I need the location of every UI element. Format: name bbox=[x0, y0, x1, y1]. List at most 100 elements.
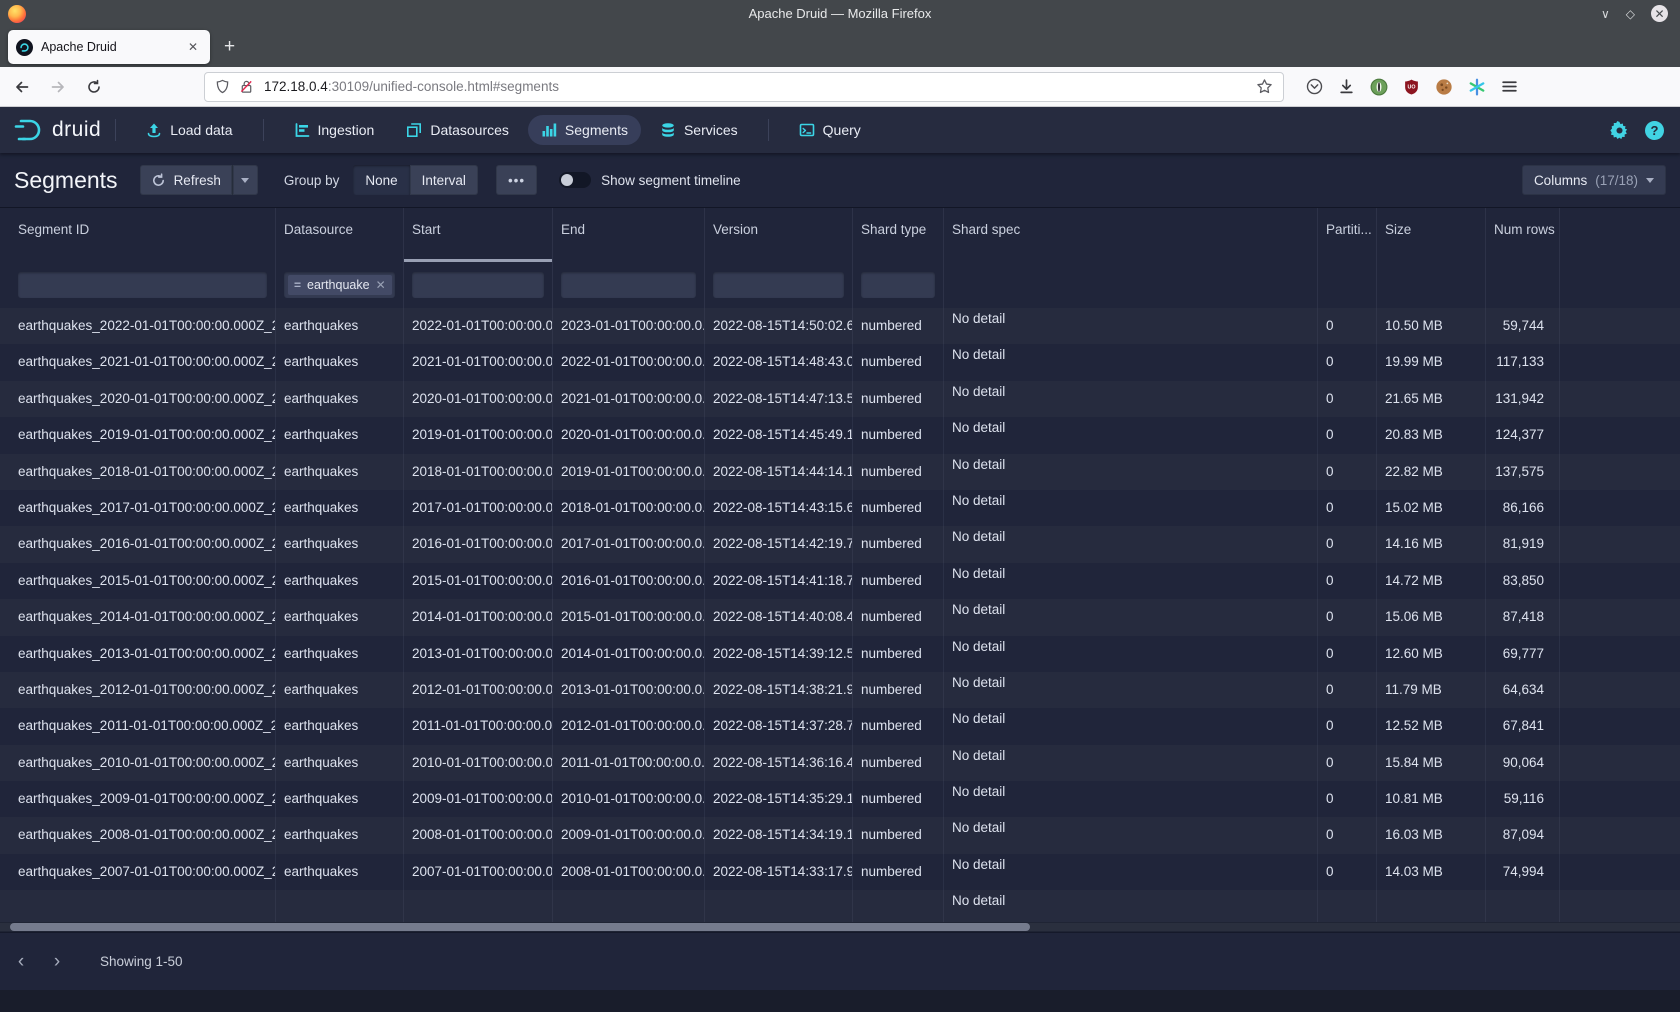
downloads-icon[interactable] bbox=[1338, 78, 1355, 95]
cell-num_rows: 131,942 bbox=[1486, 381, 1560, 417]
column-header-num_rows[interactable]: Num rows bbox=[1486, 208, 1560, 262]
column-header-version[interactable]: Version bbox=[705, 208, 853, 262]
table-row[interactable]: earthquakes_2011-01-01T00:00:00.000Z_2..… bbox=[0, 708, 1680, 744]
column-header-end[interactable]: End bbox=[553, 208, 705, 262]
cell-version: 2022-08-15T14:40:08.4... bbox=[705, 599, 853, 635]
druid-logo[interactable]: druid bbox=[14, 117, 101, 143]
privacy-badger-extension-icon[interactable] bbox=[1370, 78, 1388, 96]
cell-segment_id: earthquakes_2011-01-01T00:00:00.000Z_2..… bbox=[10, 708, 276, 744]
table-row[interactable]: earthquakes_2008-01-01T00:00:00.000Z_2..… bbox=[0, 817, 1680, 853]
table-row[interactable]: earthquakes_2022-01-01T00:00:00.000Z_2..… bbox=[0, 308, 1680, 344]
filter-remove-icon[interactable]: ✕ bbox=[376, 278, 386, 292]
filter-input-segment_id[interactable] bbox=[18, 272, 267, 298]
table-row[interactable]: earthquakes_2007-01-01T00:00:00.000Z_2..… bbox=[0, 854, 1680, 890]
cell-segment_id: earthquakes_2018-01-01T00:00:00.000Z_2..… bbox=[10, 454, 276, 490]
filter-value: earthquake bbox=[307, 278, 370, 292]
reload-button-icon[interactable] bbox=[80, 73, 108, 101]
filter-input-shard_type[interactable] bbox=[861, 272, 935, 298]
refresh-button[interactable]: Refresh bbox=[140, 165, 232, 195]
column-header-shard_spec[interactable]: Shard spec bbox=[944, 208, 1318, 262]
column-header-shard_type[interactable]: Shard type bbox=[853, 208, 944, 262]
bookmark-star-icon[interactable] bbox=[1256, 78, 1273, 95]
cell-version: 2022-08-15T14:48:43.0... bbox=[705, 344, 853, 380]
ublock-extension-icon[interactable]: UO bbox=[1403, 78, 1420, 96]
cell-segment_id bbox=[10, 890, 276, 922]
cookie-extension-icon[interactable] bbox=[1435, 78, 1453, 96]
nav-ingestion[interactable]: Ingestion bbox=[281, 115, 388, 145]
filter-input-start[interactable] bbox=[412, 272, 544, 298]
cell-size: 12.52 MB bbox=[1377, 708, 1486, 744]
cell-end: 2019-01-01T00:00:00.0... bbox=[553, 454, 705, 490]
table-row[interactable]: earthquakes_2017-01-01T00:00:00.000Z_2..… bbox=[0, 490, 1680, 526]
cell-start: 2020-01-01T00:00:00.0... bbox=[404, 381, 553, 417]
cell-shard_type: numbered bbox=[853, 745, 944, 781]
table-row[interactable]: earthquakes_2018-01-01T00:00:00.000Z_2..… bbox=[0, 454, 1680, 490]
filter-input-end[interactable] bbox=[561, 272, 696, 298]
table-row[interactable]: earthquakes_2013-01-01T00:00:00.000Z_2..… bbox=[0, 636, 1680, 672]
columns-button[interactable]: Columns (17/18) bbox=[1522, 165, 1666, 195]
cell-segment_id: earthquakes_2007-01-01T00:00:00.000Z_2..… bbox=[10, 854, 276, 890]
url-bar[interactable]: 172.18.0.4:30109/unified-console.html#se… bbox=[204, 72, 1284, 102]
nav-segments[interactable]: Segments bbox=[528, 115, 641, 145]
table-row[interactable]: earthquakes_2014-01-01T00:00:00.000Z_2..… bbox=[0, 599, 1680, 635]
nav-load-data[interactable]: Load data bbox=[133, 115, 245, 145]
table-row[interactable]: earthquakes_2019-01-01T00:00:00.000Z_2..… bbox=[0, 417, 1680, 453]
cell-start: 2011-01-01T00:00:00.0... bbox=[404, 708, 553, 744]
column-header-segment_id[interactable]: Segment ID bbox=[10, 208, 276, 262]
more-options-button[interactable]: ••• bbox=[496, 165, 537, 195]
datasource-filter-tag[interactable]: =earthquake✕ bbox=[288, 275, 392, 295]
nav-label: Ingestion bbox=[318, 122, 375, 138]
multi-account-containers-extension-icon[interactable] bbox=[1468, 78, 1486, 96]
window-maximize-icon[interactable]: ◇ bbox=[1626, 7, 1635, 21]
browser-tab[interactable]: Apache Druid ✕ bbox=[8, 30, 210, 64]
forward-button-icon[interactable] bbox=[44, 73, 72, 101]
cell-end: 2022-01-01T00:00:00.0... bbox=[553, 344, 705, 380]
horizontal-scrollbar[interactable] bbox=[0, 922, 1680, 932]
tab-close-icon[interactable]: ✕ bbox=[184, 38, 202, 56]
filter-input-version[interactable] bbox=[713, 272, 844, 298]
cell-datasource: earthquakes bbox=[276, 417, 404, 453]
group-by-interval-button[interactable]: Interval bbox=[410, 165, 478, 195]
column-header-datasource[interactable]: Datasource bbox=[276, 208, 404, 262]
segment-timeline-label: Show segment timeline bbox=[601, 173, 741, 188]
back-button-icon[interactable] bbox=[8, 73, 36, 101]
cell-datasource: earthquakes bbox=[276, 381, 404, 417]
filter-input-datasource[interactable]: =earthquake✕ bbox=[284, 272, 395, 298]
hamburger-menu-icon[interactable] bbox=[1501, 78, 1518, 95]
settings-gear-icon[interactable] bbox=[1610, 121, 1629, 140]
table-row[interactable]: earthquakes_2009-01-01T00:00:00.000Z_2..… bbox=[0, 781, 1680, 817]
url-path: :30109/unified-console.html#segments bbox=[328, 79, 559, 94]
nav-query[interactable]: Query bbox=[786, 115, 874, 145]
previous-page-button[interactable]: ‹ bbox=[6, 947, 36, 977]
column-header-start[interactable]: Start bbox=[404, 208, 553, 262]
group-by-none-button[interactable]: None bbox=[353, 165, 409, 195]
column-header-partition[interactable]: Partiti... bbox=[1318, 208, 1377, 262]
window-minimize-icon[interactable]: ∨ bbox=[1601, 7, 1610, 21]
cell-segment_id: earthquakes_2010-01-01T00:00:00.000Z_2..… bbox=[10, 745, 276, 781]
scrollbar-thumb[interactable] bbox=[10, 923, 1030, 931]
help-icon[interactable]: ? bbox=[1645, 121, 1664, 140]
column-header-size[interactable]: Size bbox=[1377, 208, 1486, 262]
table-row[interactable]: earthquakes_2010-01-01T00:00:00.000Z_2..… bbox=[0, 745, 1680, 781]
segment-timeline-toggle[interactable] bbox=[559, 172, 591, 188]
table-row[interactable]: earthquakes_2016-01-01T00:00:00.000Z_2..… bbox=[0, 526, 1680, 562]
next-page-button[interactable]: › bbox=[42, 947, 72, 977]
new-tab-button[interactable]: + bbox=[224, 36, 235, 58]
cell-num_rows: 74,994 bbox=[1486, 854, 1560, 890]
cell-version: 2022-08-15T14:38:21.9... bbox=[705, 672, 853, 708]
cell-version: 2022-08-15T14:42:19.7... bbox=[705, 526, 853, 562]
pocket-icon[interactable] bbox=[1306, 78, 1323, 95]
url-host: 172.18.0.4 bbox=[264, 79, 328, 94]
table-row[interactable]: earthquakes_2015-01-01T00:00:00.000Z_2..… bbox=[0, 563, 1680, 599]
window-close-icon[interactable]: ✕ bbox=[1651, 5, 1668, 22]
table-row[interactable]: earthquakes_2021-01-01T00:00:00.000Z_2..… bbox=[0, 344, 1680, 380]
nav-datasources[interactable]: Datasources bbox=[393, 115, 522, 145]
refresh-options-button[interactable] bbox=[232, 165, 258, 195]
table-row[interactable]: earthquakes_2012-01-01T00:00:00.000Z_2..… bbox=[0, 672, 1680, 708]
table-row[interactable]: earthquakes_2020-01-01T00:00:00.000Z_2..… bbox=[0, 381, 1680, 417]
nav-services[interactable]: Services bbox=[647, 115, 751, 145]
insecure-lock-icon[interactable] bbox=[239, 79, 254, 94]
shield-permissions-icon[interactable] bbox=[215, 79, 230, 94]
cell-datasource: earthquakes bbox=[276, 563, 404, 599]
table-row[interactable]: No detail bbox=[0, 890, 1680, 922]
